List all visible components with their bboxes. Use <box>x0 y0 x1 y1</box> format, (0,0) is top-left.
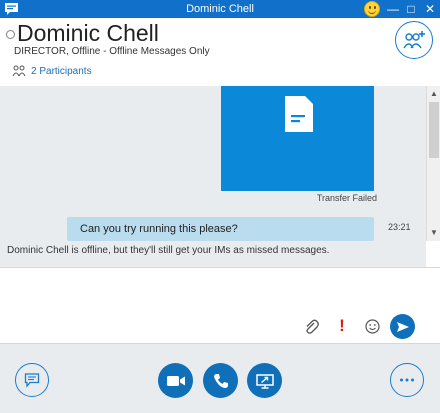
file-transfer-card[interactable] <box>221 86 374 191</box>
transfer-status: Transfer Failed <box>316 193 377 203</box>
present-screen-icon <box>255 373 274 389</box>
participants-link[interactable]: 2 Participants <box>12 64 92 78</box>
present-button[interactable] <box>247 363 282 398</box>
video-camera-icon <box>166 375 185 386</box>
scroll-up-icon[interactable]: ▲ <box>427 88 440 100</box>
more-options-icon <box>400 378 414 382</box>
emoticon-icon[interactable] <box>365 319 380 334</box>
phone-icon <box>213 373 228 388</box>
call-button[interactable] <box>203 363 238 398</box>
add-people-button[interactable] <box>395 21 433 59</box>
conversation-toolbar <box>0 343 440 413</box>
send-button[interactable] <box>390 314 415 339</box>
compose-area: ! <box>0 267 440 343</box>
participants-label: 2 Participants <box>31 65 92 77</box>
paperclip-icon[interactable] <box>303 318 319 336</box>
participants-icon <box>12 65 26 77</box>
offline-notice: Dominic Chell is offline, but they'll st… <box>7 245 330 256</box>
chat-icon <box>24 373 40 388</box>
conversation-header: Dominic Chell DIRECTOR, Offline - Offlin… <box>0 18 440 86</box>
title-bar: Dominic Chell — □ ✕ <box>0 0 440 18</box>
presence-indicator <box>6 30 15 39</box>
scroll-thumb[interactable] <box>429 102 439 158</box>
message-bubble: Can you try running this please? <box>67 217 374 241</box>
minimize-button[interactable]: — <box>384 0 402 18</box>
add-people-icon <box>403 31 425 49</box>
maximize-button[interactable]: □ <box>402 0 420 18</box>
document-icon <box>285 96 313 132</box>
more-options-button[interactable] <box>390 363 424 397</box>
send-icon <box>396 321 409 332</box>
scroll-down-icon[interactable]: ▼ <box>427 227 440 239</box>
contact-name[interactable]: Dominic Chell <box>17 20 159 47</box>
im-button[interactable] <box>15 363 49 397</box>
contact-status: DIRECTOR, Offline - Offline Messages Onl… <box>14 46 210 57</box>
important-button[interactable]: ! <box>336 316 348 336</box>
message-timestamp: 23:21 <box>388 222 411 232</box>
message-input[interactable] <box>0 268 295 342</box>
video-button[interactable] <box>158 363 193 398</box>
smiley-icon[interactable] <box>364 1 380 17</box>
close-button[interactable]: ✕ <box>421 0 439 18</box>
conversation-scrollbar[interactable]: ▲ ▼ <box>426 86 440 241</box>
conversation-history[interactable]: Transfer Failed Can you try running this… <box>0 86 426 267</box>
